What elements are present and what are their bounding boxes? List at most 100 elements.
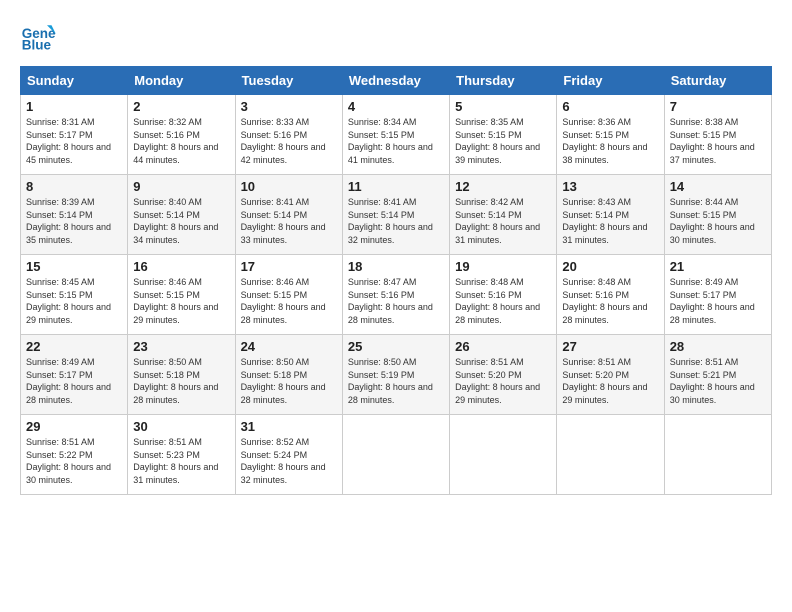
table-row: 30 Sunrise: 8:51 AMSunset: 5:23 PMDayligh… xyxy=(128,415,235,495)
sunrise-text: Sunrise: 8:51 AMSunset: 5:20 PMDaylight:… xyxy=(455,357,540,405)
sunrise-text: Sunrise: 8:48 AMSunset: 5:16 PMDaylight:… xyxy=(562,277,647,325)
sunrise-text: Sunrise: 8:31 AMSunset: 5:17 PMDaylight:… xyxy=(26,117,111,165)
day-number: 8 xyxy=(26,179,122,194)
table-row: 26 Sunrise: 8:51 AMSunset: 5:20 PMDayligh… xyxy=(450,335,557,415)
col-sunday: Sunday xyxy=(21,67,128,95)
day-number: 13 xyxy=(562,179,658,194)
sunrise-text: Sunrise: 8:48 AMSunset: 5:16 PMDaylight:… xyxy=(455,277,540,325)
day-number: 9 xyxy=(133,179,229,194)
table-row: 1 Sunrise: 8:31 AMSunset: 5:17 PMDaylight… xyxy=(21,95,128,175)
sunrise-text: Sunrise: 8:46 AMSunset: 5:15 PMDaylight:… xyxy=(133,277,218,325)
day-number: 23 xyxy=(133,339,229,354)
table-row: 17Sunrise: 8:46 AMSunset: 5:15 PMDayligh… xyxy=(235,255,342,335)
sunrise-text: Sunrise: 8:45 AMSunset: 5:15 PMDaylight:… xyxy=(26,277,111,325)
day-number: 5 xyxy=(455,99,551,114)
table-row xyxy=(557,415,664,495)
table-row: 9 Sunrise: 8:40 AMSunset: 5:14 PMDaylight… xyxy=(128,175,235,255)
sunrise-text: Sunrise: 8:39 AMSunset: 5:14 PMDaylight:… xyxy=(26,197,111,245)
sunrise-text: Sunrise: 8:51 AMSunset: 5:23 PMDaylight:… xyxy=(133,437,218,485)
sunrise-text: Sunrise: 8:38 AMSunset: 5:15 PMDaylight:… xyxy=(670,117,755,165)
sunrise-text: Sunrise: 8:51 AMSunset: 5:22 PMDaylight:… xyxy=(26,437,111,485)
table-row: 16 Sunrise: 8:46 AMSunset: 5:15 PMDayligh… xyxy=(128,255,235,335)
day-number: 20 xyxy=(562,259,658,274)
day-number: 16 xyxy=(133,259,229,274)
table-row: 5 Sunrise: 8:35 AMSunset: 5:15 PMDaylight… xyxy=(450,95,557,175)
col-saturday: Saturday xyxy=(664,67,771,95)
table-row: 29 Sunrise: 8:51 AMSunset: 5:22 PMDayligh… xyxy=(21,415,128,495)
calendar-body: 1 Sunrise: 8:31 AMSunset: 5:17 PMDaylight… xyxy=(21,95,772,495)
table-row: 21Sunrise: 8:49 AMSunset: 5:17 PMDayligh… xyxy=(664,255,771,335)
sunrise-text: Sunrise: 8:49 AMSunset: 5:17 PMDaylight:… xyxy=(670,277,755,325)
svg-text:Blue: Blue xyxy=(22,38,52,53)
calendar-table: Sunday Monday Tuesday Wednesday Thursday… xyxy=(20,66,772,495)
sunrise-text: Sunrise: 8:33 AMSunset: 5:16 PMDaylight:… xyxy=(241,117,326,165)
col-monday: Monday xyxy=(128,67,235,95)
sunrise-text: Sunrise: 8:50 AMSunset: 5:18 PMDaylight:… xyxy=(133,357,218,405)
table-row: 14 Sunrise: 8:44 AMSunset: 5:15 PMDayligh… xyxy=(664,175,771,255)
sunrise-text: Sunrise: 8:51 AMSunset: 5:20 PMDaylight:… xyxy=(562,357,647,405)
table-row xyxy=(664,415,771,495)
day-number: 25 xyxy=(348,339,444,354)
table-row: 10 Sunrise: 8:41 AMSunset: 5:14 PMDayligh… xyxy=(235,175,342,255)
sunrise-text: Sunrise: 8:41 AMSunset: 5:14 PMDaylight:… xyxy=(241,197,326,245)
sunrise-text: Sunrise: 8:51 AMSunset: 5:21 PMDaylight:… xyxy=(670,357,755,405)
table-row: 24Sunrise: 8:50 AMSunset: 5:18 PMDayligh… xyxy=(235,335,342,415)
table-row: 18Sunrise: 8:47 AMSunset: 5:16 PMDayligh… xyxy=(342,255,449,335)
day-number: 26 xyxy=(455,339,551,354)
table-row: 23 Sunrise: 8:50 AMSunset: 5:18 PMDayligh… xyxy=(128,335,235,415)
col-tuesday: Tuesday xyxy=(235,67,342,95)
sunrise-text: Sunrise: 8:40 AMSunset: 5:14 PMDaylight:… xyxy=(133,197,218,245)
day-number: 27 xyxy=(562,339,658,354)
day-number: 1 xyxy=(26,99,122,114)
sunrise-text: Sunrise: 8:36 AMSunset: 5:15 PMDaylight:… xyxy=(562,117,647,165)
page: General Blue Sunday Monday Tuesday Wedne… xyxy=(0,0,792,505)
table-row: 28 Sunrise: 8:51 AMSunset: 5:21 PMDayligh… xyxy=(664,335,771,415)
sunrise-text: Sunrise: 8:34 AMSunset: 5:15 PMDaylight:… xyxy=(348,117,433,165)
sunrise-text: Sunrise: 8:49 AMSunset: 5:17 PMDaylight:… xyxy=(26,357,111,405)
sunrise-text: Sunrise: 8:35 AMSunset: 5:15 PMDaylight:… xyxy=(455,117,540,165)
day-number: 15 xyxy=(26,259,122,274)
table-row: 13 Sunrise: 8:43 AMSunset: 5:14 PMDayligh… xyxy=(557,175,664,255)
col-thursday: Thursday xyxy=(450,67,557,95)
sunrise-text: Sunrise: 8:42 AMSunset: 5:14 PMDaylight:… xyxy=(455,197,540,245)
day-number: 30 xyxy=(133,419,229,434)
day-number: 14 xyxy=(670,179,766,194)
day-number: 11 xyxy=(348,179,444,194)
table-row: 8 Sunrise: 8:39 AMSunset: 5:14 PMDaylight… xyxy=(21,175,128,255)
day-number: 24 xyxy=(241,339,337,354)
sunrise-text: Sunrise: 8:43 AMSunset: 5:14 PMDaylight:… xyxy=(562,197,647,245)
day-number: 28 xyxy=(670,339,766,354)
table-row: 4 Sunrise: 8:34 AMSunset: 5:15 PMDaylight… xyxy=(342,95,449,175)
calendar-header: Sunday Monday Tuesday Wednesday Thursday… xyxy=(21,67,772,95)
logo: General Blue xyxy=(20,18,60,54)
table-row: 20 Sunrise: 8:48 AMSunset: 5:16 PMDayligh… xyxy=(557,255,664,335)
day-number: 2 xyxy=(133,99,229,114)
sunrise-text: Sunrise: 8:46 AMSunset: 5:15 PMDaylight:… xyxy=(241,277,326,325)
table-row: 6 Sunrise: 8:36 AMSunset: 5:15 PMDaylight… xyxy=(557,95,664,175)
table-row xyxy=(450,415,557,495)
day-number: 18 xyxy=(348,259,444,274)
header: General Blue xyxy=(20,18,772,54)
table-row: 31Sunrise: 8:52 AMSunset: 5:24 PMDayligh… xyxy=(235,415,342,495)
day-number: 7 xyxy=(670,99,766,114)
day-number: 3 xyxy=(241,99,337,114)
day-number: 12 xyxy=(455,179,551,194)
day-number: 6 xyxy=(562,99,658,114)
day-number: 19 xyxy=(455,259,551,274)
table-row: 22 Sunrise: 8:49 AMSunset: 5:17 PMDayligh… xyxy=(21,335,128,415)
table-row: 3 Sunrise: 8:33 AMSunset: 5:16 PMDaylight… xyxy=(235,95,342,175)
table-row: 19 Sunrise: 8:48 AMSunset: 5:16 PMDayligh… xyxy=(450,255,557,335)
day-number: 29 xyxy=(26,419,122,434)
sunrise-text: Sunrise: 8:32 AMSunset: 5:16 PMDaylight:… xyxy=(133,117,218,165)
col-friday: Friday xyxy=(557,67,664,95)
table-row: 25Sunrise: 8:50 AMSunset: 5:19 PMDayligh… xyxy=(342,335,449,415)
table-row: 12 Sunrise: 8:42 AMSunset: 5:14 PMDayligh… xyxy=(450,175,557,255)
day-number: 4 xyxy=(348,99,444,114)
table-row: 7 Sunrise: 8:38 AMSunset: 5:15 PMDaylight… xyxy=(664,95,771,175)
day-number: 22 xyxy=(26,339,122,354)
table-row: 11Sunrise: 8:41 AMSunset: 5:14 PMDayligh… xyxy=(342,175,449,255)
sunrise-text: Sunrise: 8:44 AMSunset: 5:15 PMDaylight:… xyxy=(670,197,755,245)
table-row: 27 Sunrise: 8:51 AMSunset: 5:20 PMDayligh… xyxy=(557,335,664,415)
day-number: 10 xyxy=(241,179,337,194)
col-wednesday: Wednesday xyxy=(342,67,449,95)
